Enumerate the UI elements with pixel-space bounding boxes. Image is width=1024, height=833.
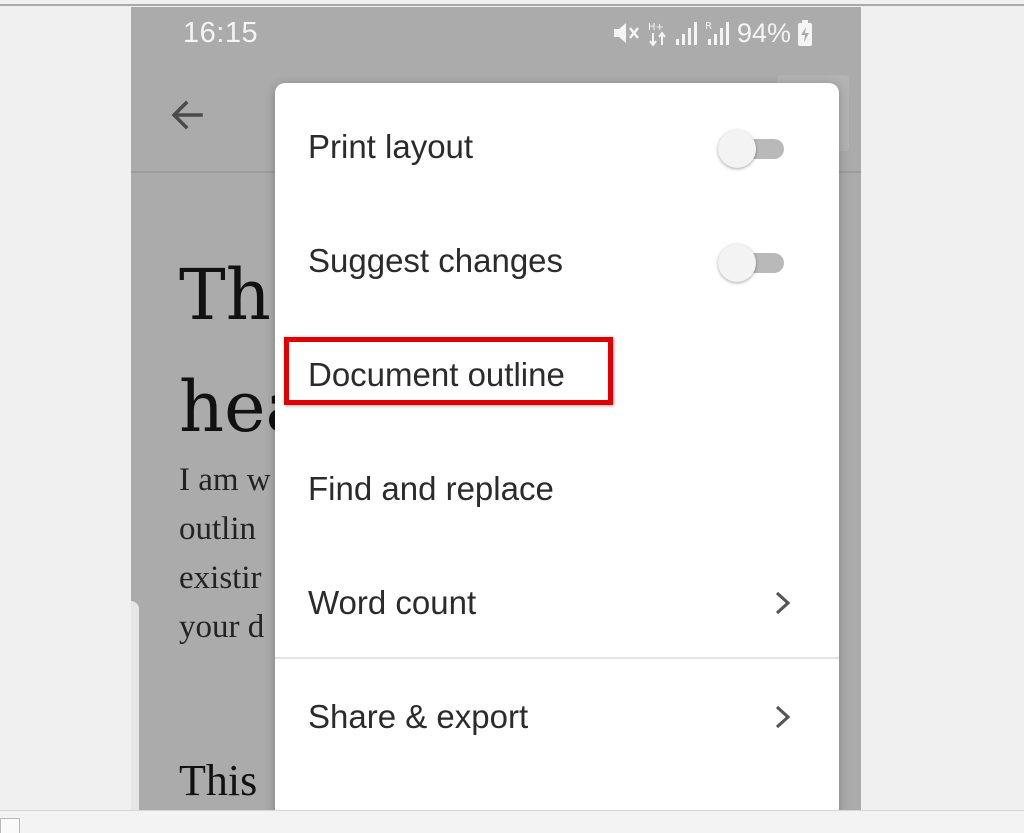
window-bottom-tab xyxy=(0,818,20,833)
menu-item-find-and-replace[interactable]: Find and replace xyxy=(275,432,839,546)
chevron-right-icon xyxy=(775,705,791,729)
menu-item-share-export[interactable]: Share & export xyxy=(275,660,839,774)
menu-item-word-count[interactable]: Word count xyxy=(275,546,839,660)
status-time: 16:15 xyxy=(183,17,259,49)
signal-icon xyxy=(675,22,697,45)
status-icons: H+ R 94% xyxy=(611,17,813,48)
signal-roaming-icon: R xyxy=(705,21,729,45)
menu-item-print-layout[interactable]: Print layout xyxy=(275,90,839,204)
menu-item-suggest-changes[interactable]: Suggest changes xyxy=(275,204,839,318)
document-second-heading: This xyxy=(179,756,258,805)
mute-icon xyxy=(613,23,639,43)
menu-item-label: Suggest changes xyxy=(308,242,564,279)
menu-item-label: Word count xyxy=(308,584,477,621)
toggle-thumb xyxy=(718,244,756,282)
back-arrow-icon[interactable] xyxy=(167,95,207,135)
side-panel-edge xyxy=(131,601,139,810)
svg-text:H+: H+ xyxy=(648,22,664,33)
toggle-thumb xyxy=(718,130,756,168)
menu-item-label: Print layout xyxy=(308,128,474,165)
annotation-highlight-box xyxy=(284,337,613,405)
battery-charging-icon xyxy=(798,20,812,46)
window-top-border xyxy=(0,4,1024,6)
overflow-menu: Print layout Suggest changes Document ou… xyxy=(275,83,839,823)
print-layout-toggle[interactable] xyxy=(718,130,784,168)
battery-percent: 94% xyxy=(736,17,791,48)
suggest-changes-toggle[interactable] xyxy=(718,244,784,282)
menu-divider xyxy=(275,657,839,659)
svg-text:R: R xyxy=(705,21,712,32)
network-hplus-icon: H+ xyxy=(648,22,666,47)
window-bottom-strip xyxy=(0,810,1024,833)
menu-item-label: Find and replace xyxy=(308,470,554,507)
menu-item-label: Share & export xyxy=(308,698,529,735)
chevron-right-icon xyxy=(775,591,791,615)
status-bar: 16:15 H+ R 94% xyxy=(131,7,861,57)
